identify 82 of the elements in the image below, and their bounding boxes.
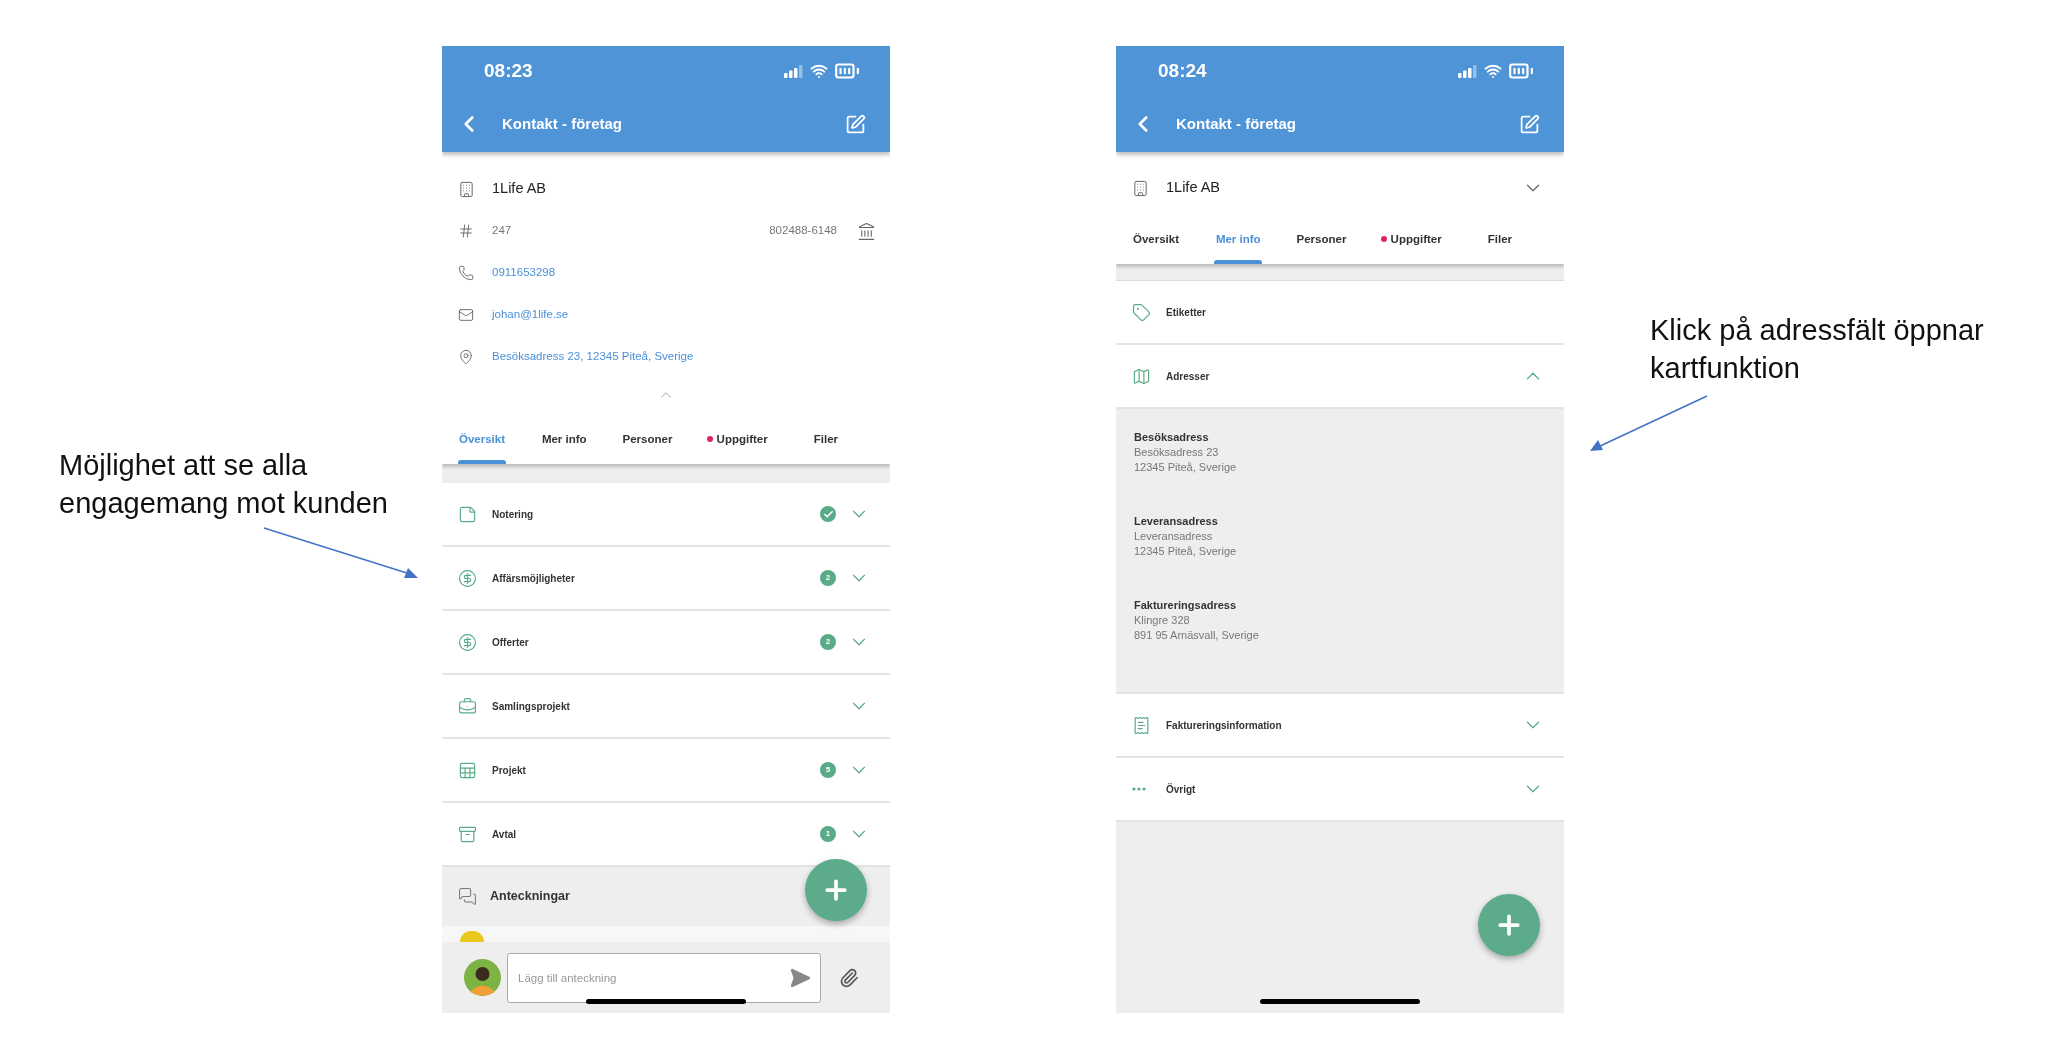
section-title: Notering	[492, 507, 535, 522]
tab[interactable]: Personer	[622, 430, 673, 464]
count-badge: 2	[820, 634, 836, 650]
section-title: Offerter	[492, 635, 530, 650]
section-row[interactable]: Övrigt	[1116, 758, 1564, 822]
address-line: Leveransadress	[1134, 529, 1214, 544]
avatar-icon	[464, 959, 501, 996]
hash-icon	[458, 223, 474, 239]
annotation-text: Möjlighet att se alla engagemang mot kunden	[59, 448, 389, 521]
header-title: Kontakt - företag	[502, 113, 623, 134]
wifi-icon	[1484, 62, 1502, 80]
briefcase-icon	[458, 696, 477, 716]
address-block[interactable]: Besöksadress Besöksadress 23 12345 Piteå, Sverige	[1116, 429, 1564, 513]
status-time: 08:24	[1158, 58, 1207, 83]
tab[interactable]: Filer	[1475, 230, 1524, 264]
address-label: Faktureringsadress	[1134, 598, 1238, 613]
tag-icon	[1132, 302, 1151, 322]
address-block[interactable]: Faktureringsadress Klingre 328 891 95 Arnäsvall, Sverige	[1116, 597, 1564, 681]
address-line: Besöksadress 23	[1134, 445, 1220, 460]
tab[interactable]: Personer	[1296, 230, 1347, 264]
section-row[interactable]: Etiketter	[1116, 281, 1564, 345]
customer-number: 247	[492, 223, 513, 239]
company-name: 1Life AB	[1166, 178, 1221, 198]
address-line: 12345 Piteå, Sverige	[1134, 544, 1238, 559]
org-number: 802488-6148	[769, 223, 837, 239]
company-name: 1Life AB	[492, 179, 546, 199]
tab[interactable]: Uppgifter	[1380, 230, 1442, 264]
dollar-icon	[458, 568, 477, 588]
section-title: Avtal	[492, 827, 518, 842]
bank-icon	[857, 221, 876, 241]
invoice-icon	[1132, 715, 1151, 735]
section-title: Affärsmöjligheter	[492, 571, 576, 586]
more-icon	[1132, 787, 1146, 791]
count-badge: 5	[820, 762, 836, 778]
building-icon	[458, 180, 475, 198]
status-time: 08:23	[484, 58, 533, 83]
address-link[interactable]: Besöksadress 23, 12345 Piteå, Sverige	[492, 348, 876, 366]
address-label: Leveransadress	[1134, 514, 1219, 529]
table-icon	[458, 760, 477, 780]
building-icon	[1132, 179, 1149, 197]
header-title: Kontakt - företag	[1176, 113, 1297, 134]
note-input[interactable]: Lägg till anteckning	[507, 952, 821, 1003]
chat-bubbles-icon	[458, 887, 477, 906]
signal-icon	[1458, 64, 1478, 78]
phone-link[interactable]: 0911653298	[492, 264, 876, 282]
count-badge: 1	[820, 826, 836, 842]
address-line: 12345 Piteå, Sverige	[1134, 460, 1238, 475]
section-row[interactable]: Faktureringsinformation	[1116, 694, 1564, 758]
signal-icon	[784, 64, 804, 78]
tab[interactable]: Mer info	[540, 430, 589, 464]
address-line: 891 95 Arnäsvall, Sverige	[1134, 628, 1260, 643]
attach-icon[interactable]	[839, 967, 859, 988]
email-link[interactable]: johan@1life.se	[492, 306, 876, 324]
address-label: Besöksadress	[1134, 430, 1210, 445]
mail-icon	[458, 307, 474, 323]
tab[interactable]: Uppgifter	[706, 430, 768, 464]
address-line: Klingre 328	[1134, 613, 1191, 628]
add-button[interactable]	[1478, 894, 1540, 956]
map-icon	[1132, 366, 1151, 386]
note-icon	[458, 504, 477, 524]
edit-icon[interactable]	[1519, 113, 1540, 135]
section-title: Samlingsprojekt	[492, 699, 571, 714]
location-pin-icon	[458, 349, 474, 365]
address-block[interactable]: Leveransadress Leveransadress 12345 Piteå, Sverige	[1116, 513, 1564, 597]
wifi-icon	[810, 62, 828, 80]
cabinet-icon	[458, 824, 477, 844]
section-title: Etiketter	[1166, 305, 1207, 320]
count-badge: 2	[820, 570, 836, 586]
section-row[interactable]: Adresser	[1116, 345, 1564, 409]
section-title: Faktureringsinformation	[1166, 718, 1283, 733]
dollar-icon	[458, 632, 477, 652]
phone-icon	[458, 265, 474, 281]
tab[interactable]: Filer	[801, 430, 850, 464]
notes-title: Anteckningar	[490, 888, 570, 906]
annotation-text: Klick på adressfält öppnar kartfunktion	[1650, 313, 1985, 386]
section-title: Adresser	[1166, 369, 1211, 384]
section-title: Projekt	[492, 763, 527, 778]
avatar-icon	[460, 931, 484, 942]
section-title: Övrigt	[1166, 782, 1197, 797]
edit-icon[interactable]	[845, 113, 866, 135]
send-icon[interactable]	[789, 966, 811, 989]
tab[interactable]: Översikt	[1132, 230, 1180, 264]
